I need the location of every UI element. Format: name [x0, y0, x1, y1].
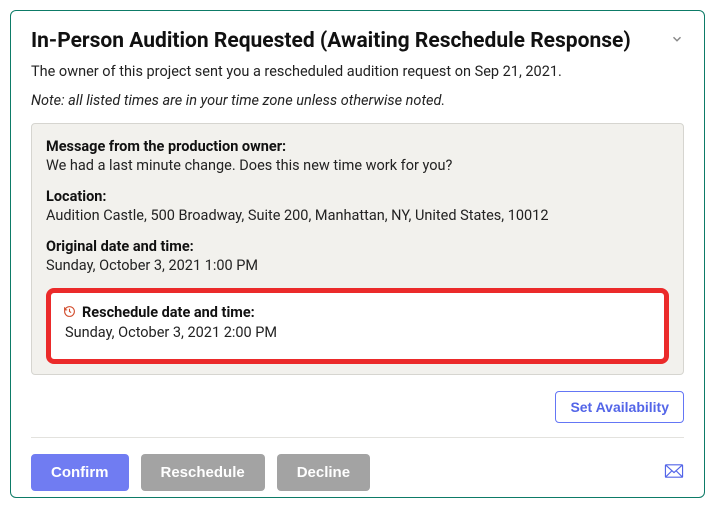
details-box: Message from the production owner: We ha… — [31, 123, 684, 375]
page-title: In-Person Audition Requested (Awaiting R… — [31, 29, 631, 53]
decline-button[interactable]: Decline — [277, 454, 370, 491]
availability-row: Set Availability — [31, 391, 684, 423]
set-availability-button[interactable]: Set Availability — [555, 391, 684, 423]
reschedule-label: Reschedule date and time: — [82, 304, 255, 321]
timezone-note: Note: all listed times are in your time … — [31, 92, 684, 109]
confirm-button[interactable]: Confirm — [31, 454, 129, 491]
reschedule-button[interactable]: Reschedule — [141, 454, 265, 491]
reschedule-highlight-box: Reschedule date and time: Sunday, Octobe… — [46, 288, 669, 364]
mail-icon[interactable] — [664, 463, 684, 482]
location-value: Audition Castle, 500 Broadway, Suite 200… — [46, 207, 669, 224]
location-label: Location: — [46, 188, 669, 205]
audition-card: In-Person Audition Requested (Awaiting R… — [10, 10, 705, 498]
original-value: Sunday, October 3, 2021 1:00 PM — [46, 257, 669, 274]
header-row: In-Person Audition Requested (Awaiting R… — [31, 29, 684, 53]
subtext: The owner of this project sent you a res… — [31, 63, 684, 80]
actions-row: Confirm Reschedule Decline — [31, 454, 684, 491]
reschedule-value: Sunday, October 3, 2021 2:00 PM — [63, 324, 652, 341]
clock-history-icon — [63, 303, 76, 322]
message-label: Message from the production owner: — [46, 138, 669, 155]
original-label: Original date and time: — [46, 238, 669, 255]
chevron-down-icon[interactable] — [670, 32, 684, 50]
reschedule-label-row: Reschedule date and time: — [63, 303, 652, 322]
message-value: We had a last minute change. Does this n… — [46, 157, 669, 174]
divider — [31, 437, 684, 438]
